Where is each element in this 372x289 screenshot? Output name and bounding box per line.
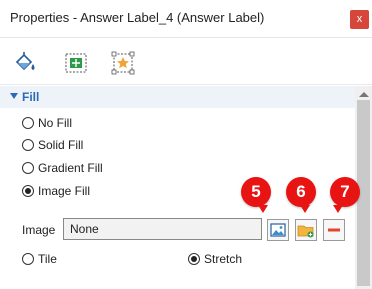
layout-move-icon[interactable] (63, 50, 89, 76)
star-frame-icon[interactable] (110, 50, 136, 76)
gradient-fill-label: Gradient Fill (38, 161, 103, 175)
image-label: Image (22, 223, 56, 237)
solid-fill-radio[interactable] (22, 139, 34, 151)
callout-marker-7: 7 (330, 177, 360, 207)
callout-marker-6: 6 (286, 177, 316, 207)
tile-label: Tile (38, 252, 57, 266)
no-fill-radio[interactable] (22, 117, 34, 129)
solid-fill-label: Solid Fill (38, 138, 84, 152)
open-folder-button[interactable] (295, 219, 317, 241)
scroll-up-arrow-icon[interactable] (359, 92, 369, 97)
image-field[interactable]: None (63, 218, 262, 240)
minus-icon (328, 228, 340, 232)
gradient-fill-radio[interactable] (22, 162, 34, 174)
callout-marker-5: 5 (241, 177, 271, 207)
image-fill-radio[interactable] (22, 185, 34, 197)
folder-icon (297, 225, 314, 238)
callout-tail-7 (333, 205, 343, 213)
picture-icon (270, 223, 286, 237)
callout-tail-6 (300, 205, 310, 213)
fill-section-header[interactable] (0, 86, 355, 108)
window-title: Properties - Answer Label_4 (Answer Labe… (10, 10, 265, 25)
clear-image-button[interactable] (323, 219, 345, 241)
image-fill-label: Image Fill (38, 184, 91, 198)
close-button[interactable]: x (350, 10, 369, 29)
callout-tail-5 (258, 205, 268, 213)
stretch-label: Stretch (204, 252, 243, 266)
stretch-radio[interactable] (188, 253, 200, 265)
browse-image-button[interactable] (267, 219, 289, 241)
toolbar (0, 38, 372, 85)
paint-bucket-icon[interactable] (12, 50, 38, 76)
tile-radio[interactable] (22, 253, 34, 265)
fill-section-label: Fill (22, 90, 40, 104)
collapse-triangle-icon[interactable] (10, 93, 18, 99)
no-fill-label: No Fill (38, 116, 73, 130)
